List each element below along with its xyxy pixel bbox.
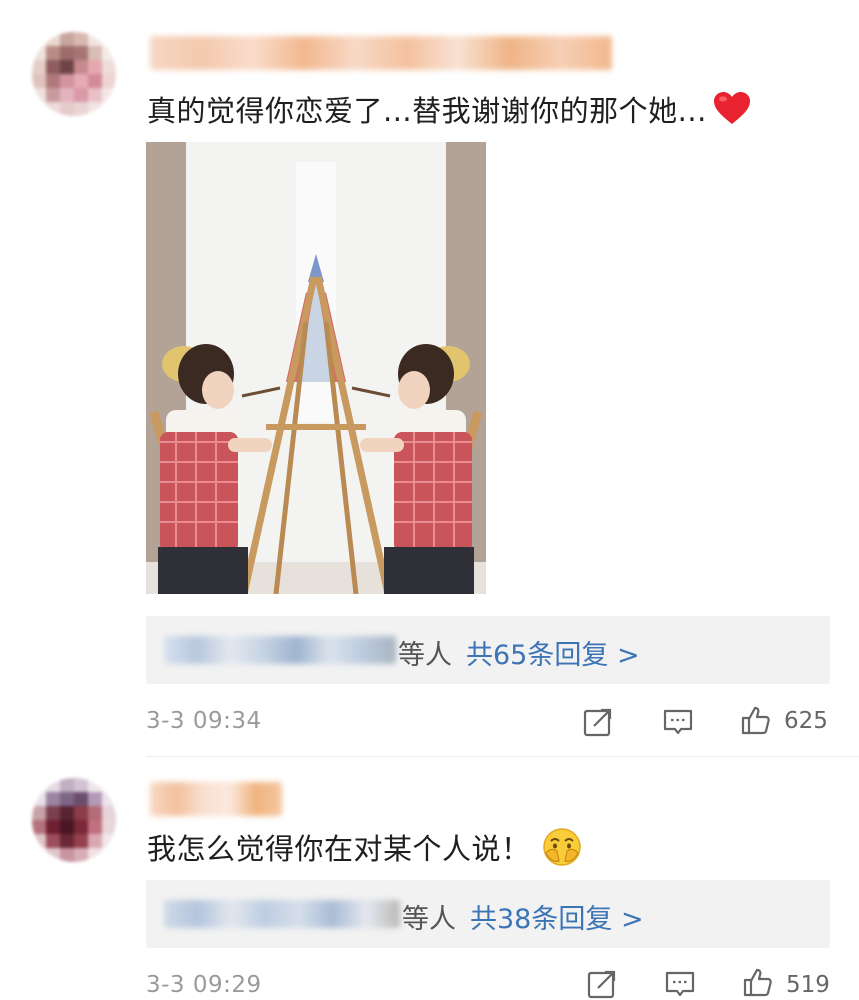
share-icon[interactable] [582, 706, 614, 738]
share-icon[interactable] [586, 968, 618, 1000]
like-icon[interactable] [740, 704, 772, 736]
timestamp: 3-3 09:34 [146, 708, 262, 734]
reply-summary[interactable]: 等人 共65条回复 > [398, 633, 640, 672]
comment-body: 真的觉得你恋爱了...替我谢谢你的那个她... [147, 94, 707, 128]
timestamp: 3-3 09:29 [146, 972, 262, 998]
comment-icon[interactable] [664, 968, 696, 1000]
comment-body: 我怎么觉得你在对某个人说！ [147, 832, 531, 866]
username-blurred[interactable] [150, 36, 612, 70]
reply-summary[interactable]: 等人 共38条回复 > [402, 897, 644, 936]
reply-preview[interactable]: 等人 共65条回复 > [146, 616, 830, 684]
like-count: 519 [786, 972, 830, 998]
reply-count-link[interactable]: 共65条回复 > [466, 640, 640, 671]
avatar[interactable] [32, 778, 116, 862]
replier-names-blurred [164, 900, 400, 928]
reply-suffix: 等人 [398, 640, 452, 671]
replier-names-blurred [164, 636, 396, 664]
comment-text: 真的觉得你恋爱了...替我谢谢你的那个她... [147, 88, 751, 130]
username-blurred[interactable] [150, 782, 282, 816]
heart-icon [713, 92, 750, 124]
divider [146, 756, 859, 757]
reply-count-link[interactable]: 共38条回复 > [470, 904, 644, 935]
attached-photo[interactable] [146, 142, 486, 594]
comment-text: 我怎么觉得你在对某个人说！ [147, 826, 583, 868]
reply-preview[interactable]: 等人 共38条回复 > [146, 880, 830, 948]
comment-icon[interactable] [662, 706, 694, 738]
like-icon[interactable] [742, 966, 774, 998]
face-covering-mouth-icon [542, 828, 581, 866]
photo-illustration [146, 142, 486, 594]
like-count: 625 [784, 708, 828, 734]
avatar[interactable] [32, 32, 116, 116]
reply-suffix: 等人 [402, 904, 456, 935]
